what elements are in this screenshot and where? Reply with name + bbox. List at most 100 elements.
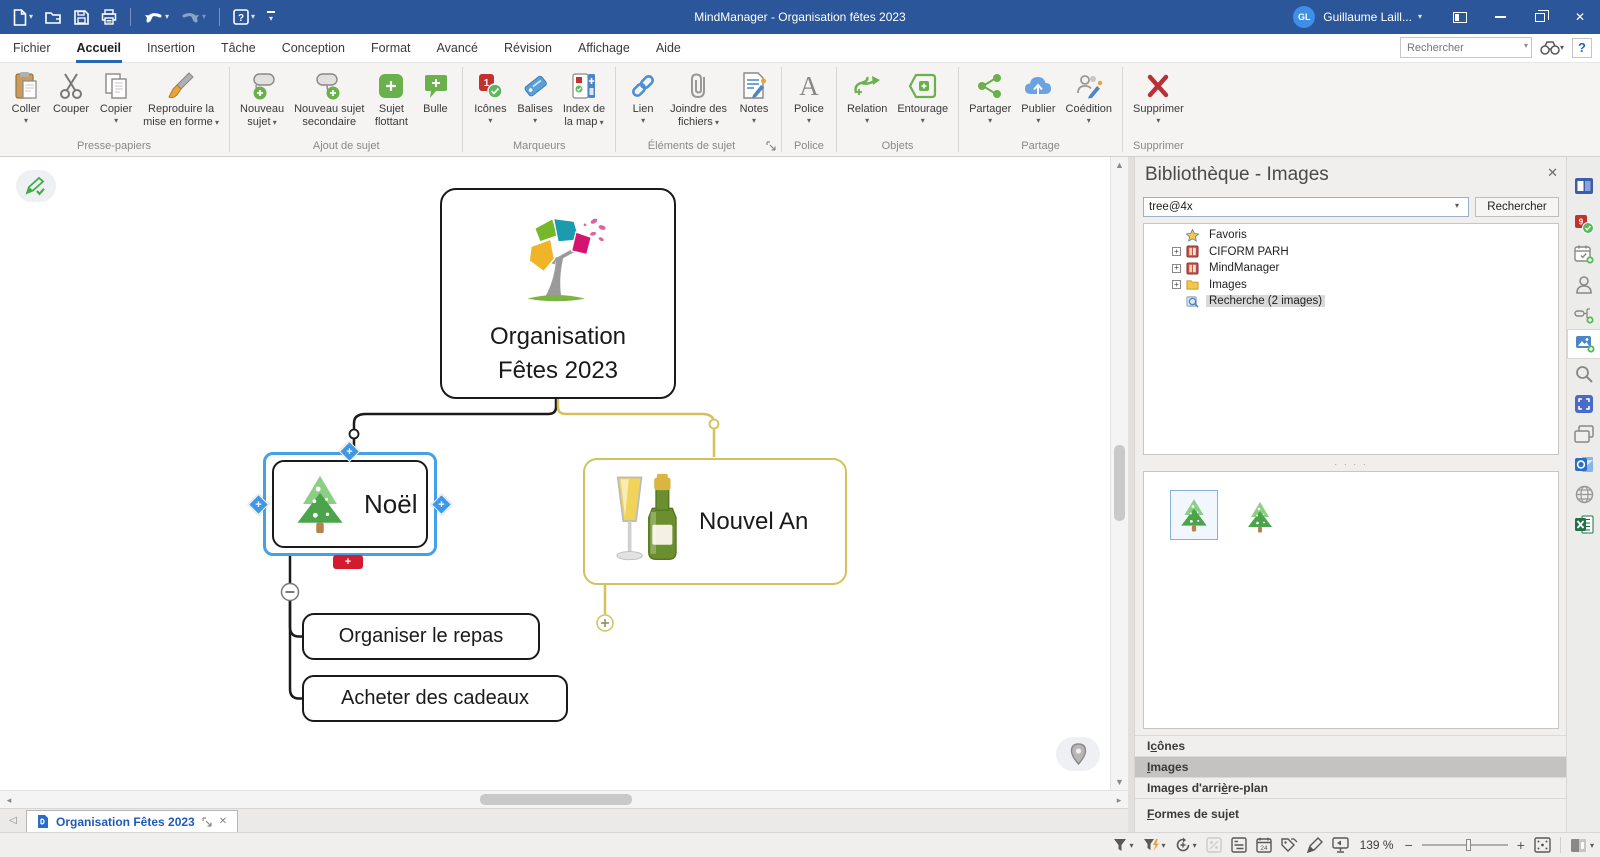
outlook-pane-button[interactable] xyxy=(1567,449,1600,479)
account-menu[interactable]: Guillaume Laill... ▾ xyxy=(1323,10,1422,24)
outline-view-button[interactable] xyxy=(1231,837,1247,853)
new-document-button[interactable]: ▾ xyxy=(10,7,36,28)
tree-item-ciform-parh[interactable]: CIFORM PARH xyxy=(1144,244,1558,261)
filter-button[interactable]: ▾ xyxy=(1113,838,1134,852)
image-result-tree-1[interactable] xyxy=(1170,490,1218,540)
bulle-button[interactable]: Bulle xyxy=(413,66,457,116)
entourage-button[interactable]: Entourage xyxy=(892,66,953,126)
central-topic[interactable]: Organisation Fêtes 2023 xyxy=(440,188,676,399)
tab-fichier[interactable]: Fichier xyxy=(0,34,64,63)
panel-splitter[interactable]: · · · · xyxy=(1143,459,1559,469)
dialog-launcher-icon[interactable] xyxy=(766,141,776,151)
joindre-des-fichiers-button[interactable]: Joindre des fichiers xyxy=(665,66,732,129)
redo-button[interactable]: ▾ xyxy=(178,8,209,26)
image-result-tree-2[interactable] xyxy=(1240,496,1280,538)
help-menu-button[interactable]: ? ▾ xyxy=(230,7,258,27)
section-images-arriere-plan[interactable]: Images d'arrière-plan xyxy=(1135,777,1567,798)
expand-icon[interactable] xyxy=(1172,247,1181,256)
zoom-out-button[interactable]: − xyxy=(1405,838,1413,852)
coedition-button[interactable]: Coédition xyxy=(1061,66,1117,126)
add-marker-badge[interactable] xyxy=(333,555,363,569)
balises-button[interactable]: Balises xyxy=(512,66,557,126)
horizontal-scroll-thumb[interactable] xyxy=(480,794,632,805)
sujet-flottant-button[interactable]: Sujet flottant xyxy=(369,66,413,129)
tab-insertion[interactable]: Insertion xyxy=(134,34,208,63)
tag-view-button[interactable] xyxy=(1281,837,1298,853)
document-tab[interactable]: Organisation Fêtes 2023 ✕ xyxy=(26,810,238,832)
copier-button[interactable]: Copier xyxy=(94,66,138,126)
tree-item-favoris[interactable]: Favoris xyxy=(1144,227,1558,244)
section-images[interactable]: Images xyxy=(1135,756,1567,777)
map-canvas[interactable]: Organisation Fêtes 2023 Noël Nouvel An O… xyxy=(0,157,1128,790)
scroll-up-arrow[interactable]: ▲ xyxy=(1111,160,1128,170)
expand-icon[interactable] xyxy=(1172,264,1181,273)
open-button[interactable] xyxy=(42,8,65,27)
save-button[interactable] xyxy=(71,8,92,27)
presentation-button[interactable] xyxy=(1332,837,1349,853)
tab-aide[interactable]: Aide xyxy=(643,34,694,63)
canvas-horizontal-scrollbar[interactable]: ◂ ▸ xyxy=(0,790,1128,808)
schedule-view-button[interactable]: 24 xyxy=(1256,837,1272,853)
supprimer-button[interactable]: Supprimer xyxy=(1128,66,1189,126)
tab-affichage[interactable]: Affichage xyxy=(565,34,643,63)
close-tab-icon[interactable]: ✕ xyxy=(219,816,227,827)
fit-map-button[interactable] xyxy=(1534,837,1551,853)
canvas-vertical-scrollbar[interactable]: ▲ ▼ xyxy=(1110,157,1128,790)
partager-button[interactable]: Partager xyxy=(964,66,1016,126)
schedule-pane-button[interactable] xyxy=(1567,239,1600,269)
tab-revision[interactable]: Révision xyxy=(491,34,565,63)
snapshot-pane-button[interactable] xyxy=(1567,389,1600,419)
scroll-down-arrow[interactable]: ▼ xyxy=(1111,777,1128,787)
map-position-button[interactable] xyxy=(1056,737,1100,771)
pen-mode-button[interactable] xyxy=(16,170,56,202)
tab-tache[interactable]: Tâche xyxy=(208,34,269,63)
web-pane-button[interactable] xyxy=(1567,479,1600,509)
zoom-slider[interactable] xyxy=(1422,844,1508,846)
search-pane-button[interactable] xyxy=(1567,359,1600,389)
power-filter-button[interactable]: ▾ xyxy=(1143,838,1166,852)
topic-nouvel-an[interactable]: Nouvel An xyxy=(583,458,847,585)
excel-pane-button[interactable] xyxy=(1567,509,1600,539)
tree-item-recherche[interactable]: Recherche (2 images) xyxy=(1144,293,1558,310)
police-button[interactable]: A Police xyxy=(787,66,831,126)
section-icones[interactable]: Icônes xyxy=(1135,735,1567,756)
library-search-input[interactable] xyxy=(1143,197,1469,217)
print-button[interactable] xyxy=(98,7,120,27)
images-pane-button[interactable] xyxy=(1567,329,1600,359)
nouveau-sujet-button[interactable]: Nouveau sujet xyxy=(235,66,289,129)
couper-button[interactable]: Couper xyxy=(48,66,94,116)
icon-markers-pane-button[interactable]: 9 xyxy=(1567,209,1600,239)
relation-button[interactable]: Relation xyxy=(842,66,892,126)
balance-map-button[interactable] xyxy=(1206,837,1222,853)
reproduire-mise-en-forme-button[interactable]: Reproduire la mise en forme xyxy=(138,66,224,129)
library-pane-button[interactable] xyxy=(1567,171,1600,201)
map-parts-pane-button[interactable] xyxy=(1567,299,1600,329)
branch-anchor-nouvel-an[interactable] xyxy=(710,420,719,429)
icones-button[interactable]: 1 Icônes xyxy=(468,66,512,126)
publier-button[interactable]: Publier xyxy=(1016,66,1060,126)
zoom-in-button[interactable]: + xyxy=(1517,838,1525,852)
minimize-button[interactable] xyxy=(1480,0,1520,34)
notes-button[interactable]: Notes xyxy=(732,66,776,126)
expand-icon[interactable] xyxy=(1172,280,1181,289)
nouveau-sujet-secondaire-button[interactable]: Nouveau sujet secondaire xyxy=(289,66,369,129)
ribbon-search-input[interactable] xyxy=(1400,37,1532,58)
topic-noel[interactable]: Noël xyxy=(272,460,428,548)
tab-accueil[interactable]: Accueil xyxy=(64,34,134,63)
collapse-button-noel[interactable] xyxy=(282,584,299,601)
tree-item-images[interactable]: Images xyxy=(1144,277,1558,294)
tab-conception[interactable]: Conception xyxy=(269,34,358,63)
scroll-left-arrow[interactable]: ◂ xyxy=(4,795,14,806)
tree-item-mindmanager[interactable]: MindManager xyxy=(1144,260,1558,277)
tab-scroll-left[interactable]: ◁ xyxy=(0,809,26,832)
scroll-right-arrow[interactable]: ▸ xyxy=(1114,795,1124,806)
quick-filter-button[interactable]: ▾ xyxy=(1175,837,1197,853)
tab-avance[interactable]: Avancé xyxy=(424,34,491,63)
pen-mode-status-button[interactable] xyxy=(1307,837,1323,853)
find-button[interactable]: ▾ xyxy=(1540,41,1564,55)
undo-button[interactable]: ▾ xyxy=(141,8,172,26)
windows-pane-button[interactable] xyxy=(1567,419,1600,449)
lien-button[interactable]: Lien xyxy=(621,66,665,126)
customize-quick-access-button[interactable]: ▾ xyxy=(264,9,278,24)
switch-windows-button[interactable] xyxy=(1440,0,1480,34)
